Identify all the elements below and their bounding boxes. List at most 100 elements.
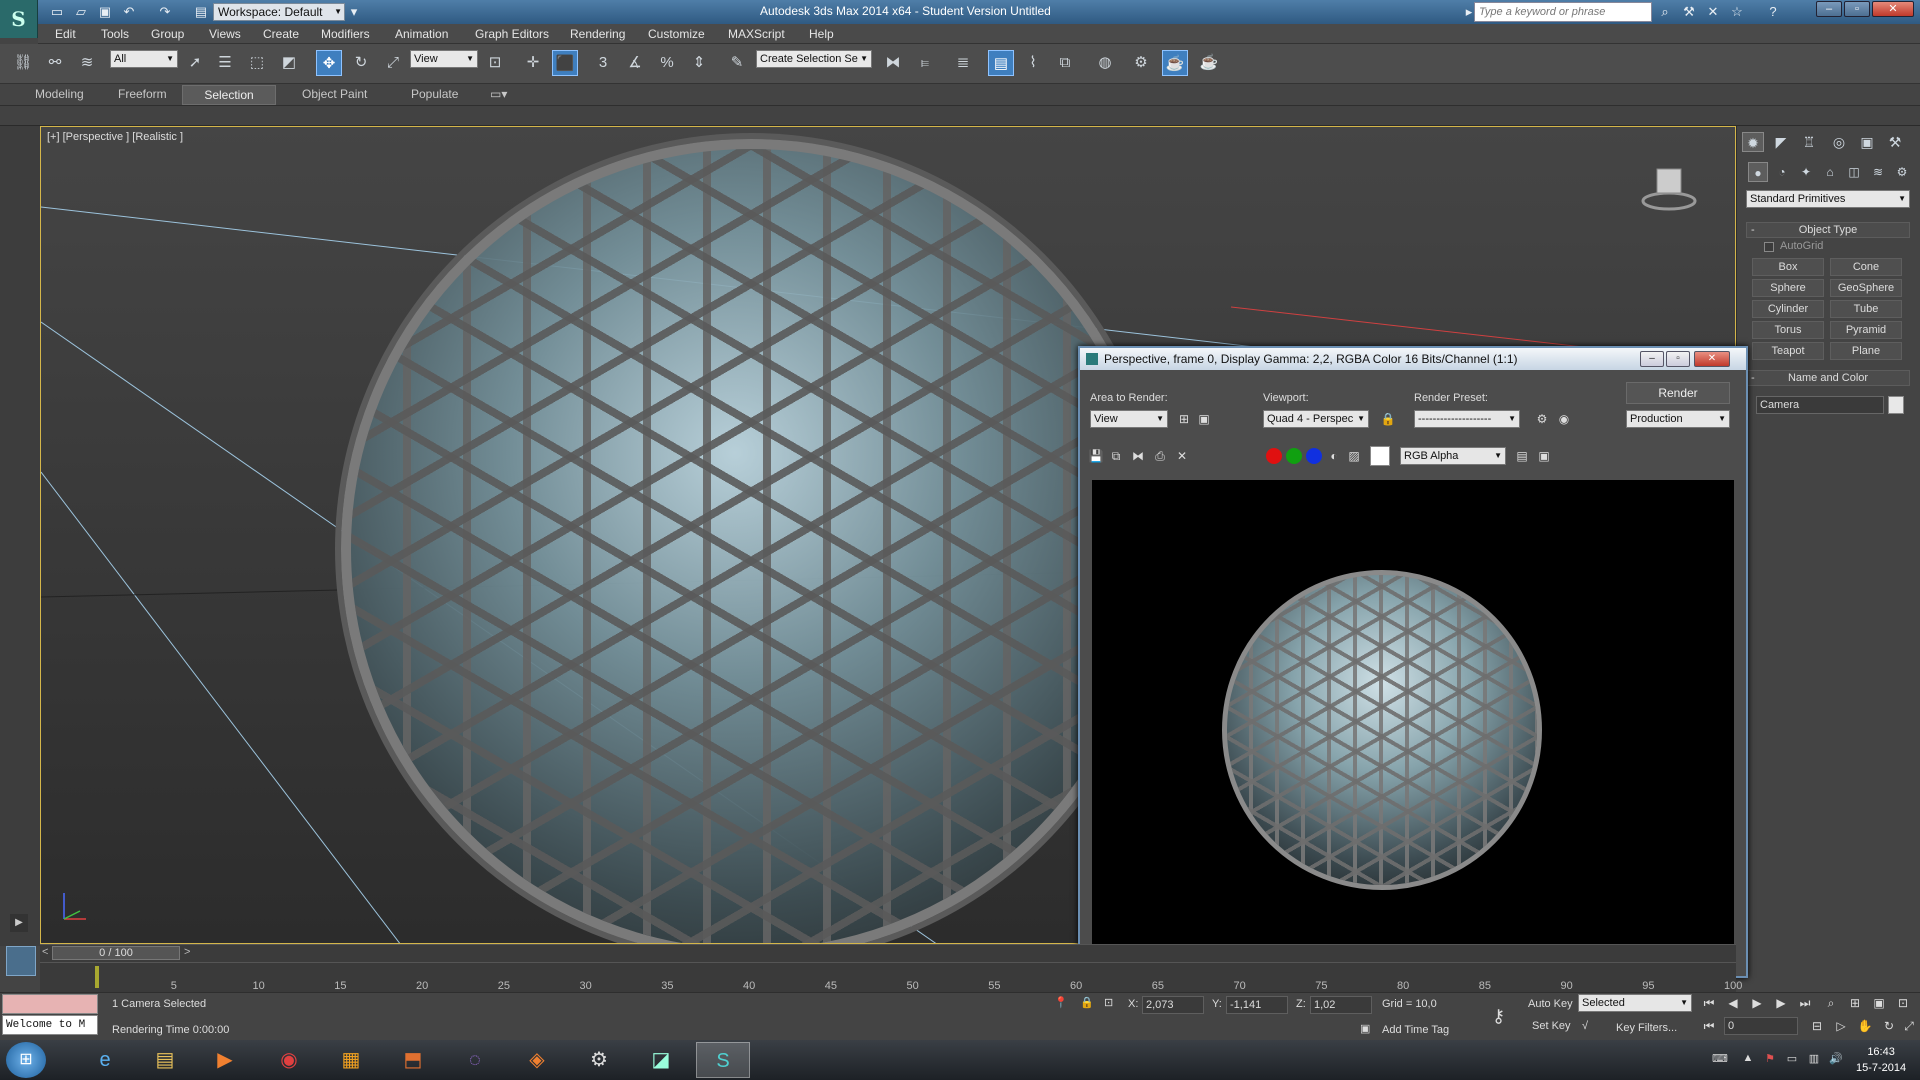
- network-tray-icon[interactable]: ▥: [1806, 1052, 1822, 1068]
- mirror-icon[interactable]: ⧓: [880, 50, 906, 76]
- production-mode-dropdown[interactable]: Production ▼: [1626, 410, 1730, 428]
- action-center-flag-icon[interactable]: ⚑: [1762, 1052, 1778, 1068]
- bind-to-space-warp-icon[interactable]: ≋: [74, 50, 100, 76]
- align-icon[interactable]: ⫢: [912, 50, 938, 76]
- pyramid-button[interactable]: Pyramid: [1830, 321, 1902, 339]
- layer-manager-icon[interactable]: ≣: [950, 50, 976, 76]
- reference-coordinate-dropdown[interactable]: View ▼: [410, 50, 478, 68]
- previous-frame-icon[interactable]: ◀︎: [1724, 994, 1742, 1012]
- create-tab-icon[interactable]: ✹: [1742, 132, 1764, 152]
- z-coordinate-field[interactable]: 1,02: [1310, 996, 1372, 1014]
- zoom-extents-icon[interactable]: ▣: [1870, 994, 1888, 1012]
- default-in-out-tangents-icon[interactable]: √: [1582, 1020, 1588, 1032]
- sphere-button[interactable]: Sphere: [1752, 279, 1824, 297]
- menu-modifiers[interactable]: Modifiers: [321, 27, 370, 41]
- pan-view-icon[interactable]: ✋: [1856, 1017, 1874, 1035]
- set-key-button[interactable]: Set Key: [1532, 1020, 1571, 1032]
- show-hidden-icons-icon[interactable]: ▲: [1740, 1052, 1756, 1068]
- key-mode-dropdown[interactable]: Selected ▼: [1578, 994, 1692, 1012]
- menu-customize[interactable]: Customize: [648, 27, 705, 41]
- time-slider-thumb[interactable]: 0 / 100: [52, 946, 180, 960]
- select-object-icon[interactable]: ➚: [182, 50, 208, 76]
- render-window-maximize-button[interactable]: ▫: [1666, 351, 1690, 367]
- menu-graph-editors[interactable]: Graph Editors: [475, 27, 549, 41]
- zoom-all-icon[interactable]: ⊞: [1846, 994, 1864, 1012]
- media-player-icon[interactable]: ▶: [198, 1042, 252, 1078]
- key-filters-button[interactable]: Key Filters...: [1616, 1022, 1677, 1034]
- channel-display-dropdown[interactable]: RGB Alpha ▼: [1400, 447, 1506, 465]
- workspace-dropdown[interactable]: Workspace: Default ▼: [213, 3, 345, 21]
- alpha-channel-icon[interactable]: ◐: [1326, 448, 1342, 464]
- favorites-star-icon[interactable]: ☆: [1728, 3, 1746, 21]
- field-of-view-icon[interactable]: ▷: [1832, 1017, 1850, 1035]
- copy-image-icon[interactable]: ⧉: [1108, 448, 1124, 464]
- subscription-icon[interactable]: ⚒: [1680, 3, 1698, 21]
- mini-curve-editor-icon[interactable]: [6, 946, 36, 976]
- curve-editor-icon[interactable]: ⌇: [1020, 50, 1046, 76]
- goldberg-sphere-object[interactable]: [341, 139, 1161, 943]
- auto-key-button[interactable]: Auto Key: [1528, 998, 1573, 1010]
- maxscript-welcome-text[interactable]: Welcome to M: [2, 1015, 98, 1035]
- power-tray-icon[interactable]: ▭: [1784, 1052, 1800, 1068]
- tab-object-paint[interactable]: Object Paint: [302, 87, 367, 101]
- object-name-field[interactable]: Camera: [1756, 396, 1884, 414]
- time-slider-track[interactable]: [40, 944, 1736, 962]
- time-slider-next-icon[interactable]: >: [184, 946, 190, 958]
- notepad-icon[interactable]: ◪: [634, 1042, 688, 1078]
- orbit-icon[interactable]: ↻: [1880, 1017, 1898, 1035]
- add-time-tag-button[interactable]: Add Time Tag: [1382, 1024, 1449, 1036]
- menu-create[interactable]: Create: [263, 27, 299, 41]
- hierarchy-tab-icon[interactable]: ♖: [1798, 132, 1820, 152]
- menu-rendering[interactable]: Rendering: [570, 27, 625, 41]
- 3ds-max-taskbar-icon[interactable]: S: [696, 1042, 750, 1078]
- save-image-icon[interactable]: 💾: [1088, 448, 1104, 464]
- environment-effects-icon[interactable]: ◉: [1556, 411, 1572, 427]
- red-channel-toggle[interactable]: [1266, 448, 1282, 464]
- redo-icon[interactable]: ↷: [156, 3, 174, 21]
- torus-button[interactable]: Torus: [1752, 321, 1824, 339]
- time-configuration-icon[interactable]: ⊟: [1808, 1017, 1826, 1035]
- primitive-category-dropdown[interactable]: Standard Primitives ▼: [1746, 190, 1910, 208]
- next-frame-icon[interactable]: ▶︎: [1772, 994, 1790, 1012]
- systems-category-icon[interactable]: ⚙: [1892, 162, 1912, 182]
- viewport-dropdown[interactable]: Quad 4 - Perspec ▼: [1263, 410, 1369, 428]
- blender-icon[interactable]: ◈: [510, 1042, 564, 1078]
- zoom-icon[interactable]: ⌕: [1822, 994, 1840, 1012]
- spinner-snap-icon[interactable]: ⇕: [686, 50, 712, 76]
- help-icon[interactable]: ?: [1764, 3, 1782, 21]
- set-key-mode-icon[interactable]: ⚷: [1492, 1006, 1505, 1027]
- cylinder-button[interactable]: Cylinder: [1752, 300, 1824, 318]
- viewcube-icon[interactable]: [1641, 157, 1697, 213]
- menu-animation[interactable]: Animation: [395, 27, 448, 41]
- motion-tab-icon[interactable]: ◎: [1828, 132, 1850, 152]
- menu-maxscript[interactable]: MAXScript: [728, 27, 785, 41]
- tube-button[interactable]: Tube: [1830, 300, 1902, 318]
- chrome-icon[interactable]: ◉: [262, 1042, 316, 1078]
- geosphere-button[interactable]: GeoSphere: [1830, 279, 1902, 297]
- play-icon[interactable]: ▶: [1748, 994, 1766, 1012]
- go-to-start-icon[interactable]: ⏮: [1700, 994, 1718, 1012]
- render-button[interactable]: Render: [1626, 382, 1730, 404]
- menu-views[interactable]: Views: [209, 27, 241, 41]
- x-coordinate-field[interactable]: 2,073: [1142, 996, 1204, 1014]
- unlink-selection-icon[interactable]: ⚯: [42, 50, 68, 76]
- quick-access-dropdown-icon[interactable]: ▾: [345, 3, 363, 21]
- render-preset-dropdown[interactable]: -------------------- ▼: [1414, 410, 1520, 428]
- modify-tab-icon[interactable]: ◤: [1770, 132, 1792, 152]
- utilities-tab-icon[interactable]: ⚒: [1884, 132, 1906, 152]
- lock-viewport-icon[interactable]: 🔒: [1380, 411, 1396, 427]
- cone-button[interactable]: Cone: [1830, 258, 1902, 276]
- communication-icon[interactable]: ✕: [1704, 3, 1722, 21]
- select-by-name-icon[interactable]: ☰: [212, 50, 238, 76]
- expand-viewport-layout-icon[interactable]: ▶: [10, 914, 28, 932]
- select-and-move-icon[interactable]: ✥: [316, 50, 342, 76]
- snaps-toggle-icon[interactable]: 3: [590, 50, 616, 76]
- green-channel-toggle[interactable]: [1286, 448, 1302, 464]
- area-to-render-dropdown[interactable]: View ▼: [1090, 410, 1168, 428]
- geometry-category-icon[interactable]: ●: [1748, 162, 1768, 182]
- material-editor-icon[interactable]: ◍: [1092, 50, 1118, 76]
- rendered-image[interactable]: [1092, 480, 1734, 964]
- pivot-center-icon[interactable]: ⊡: [482, 50, 508, 76]
- print-image-icon[interactable]: ⎙: [1152, 448, 1168, 464]
- name-and-color-rollout-header[interactable]: - Name and Color: [1746, 370, 1910, 386]
